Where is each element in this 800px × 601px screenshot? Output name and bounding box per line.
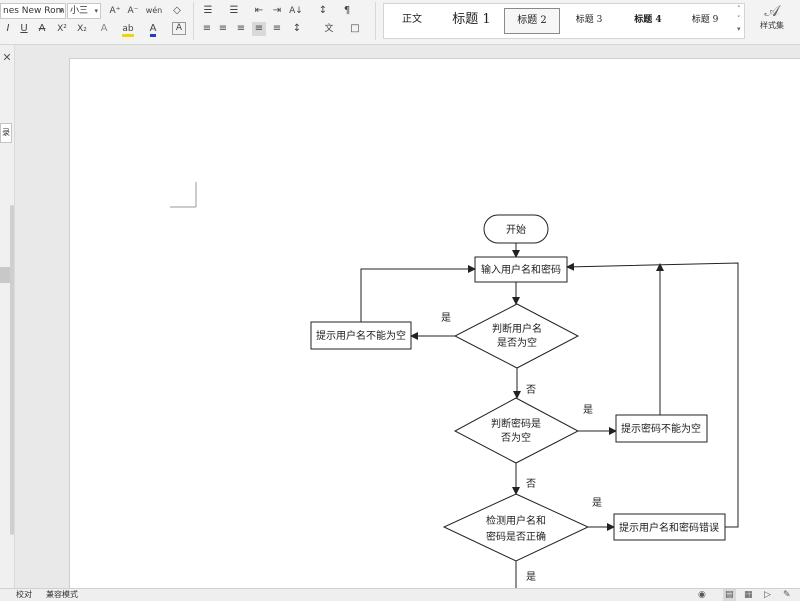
password-empty-label: 提示密码不能为空 — [621, 422, 701, 435]
status-bar: 校对 兼容模式 ◉ ▤ ▦ ▷ ✎ — [0, 588, 800, 601]
page-view-icon[interactable]: ▤ — [723, 589, 736, 601]
margin-corner-mark — [170, 182, 197, 208]
credentials-wrong-label: 提示用户名和密码错误 — [619, 521, 719, 534]
play-icon[interactable]: ▷ — [764, 589, 771, 601]
input-label: 输入用户名和密码 — [481, 263, 561, 276]
arrow-credentials-wrong-back — [566, 262, 739, 528]
check-password-line2: 否为空 — [501, 431, 531, 444]
no-label: 否 — [526, 478, 536, 490]
check-username-line2: 是否为空 — [497, 336, 537, 349]
pen-icon[interactable]: ✎ — [783, 589, 791, 601]
web-view-icon[interactable]: ▦ — [744, 589, 753, 601]
proofread-button[interactable]: 校对 — [16, 589, 32, 601]
yes-label: 是 — [583, 404, 593, 416]
check-username-line1: 判断用户名 — [492, 322, 542, 335]
yes-label: 是 — [441, 312, 451, 324]
no-label: 否 — [526, 384, 536, 396]
compat-mode-label: 兼容模式 — [46, 590, 78, 599]
verify-line1: 检测用户名和 — [486, 514, 546, 527]
verify-credentials-decision[interactable] — [442, 493, 590, 562]
check-password-decision[interactable] — [453, 397, 580, 464]
yes-label: 是 — [592, 497, 602, 509]
check-password-line1: 判断密码是 — [491, 417, 541, 430]
start-label: 开始 — [506, 223, 526, 236]
username-empty-label: 提示用户名不能为空 — [316, 329, 406, 342]
arrow-username-empty-back — [360, 265, 476, 322]
flowchart: 开始 输入用户名和密码 判断用户名 是否为空 是 提示用户名不能为空 否 判断密… — [170, 182, 739, 588]
yes-label: 是 — [526, 571, 536, 583]
eye-icon[interactable]: ◉ — [698, 589, 706, 601]
verify-line2: 密码是否正确 — [486, 530, 546, 543]
check-username-decision[interactable] — [453, 303, 580, 369]
